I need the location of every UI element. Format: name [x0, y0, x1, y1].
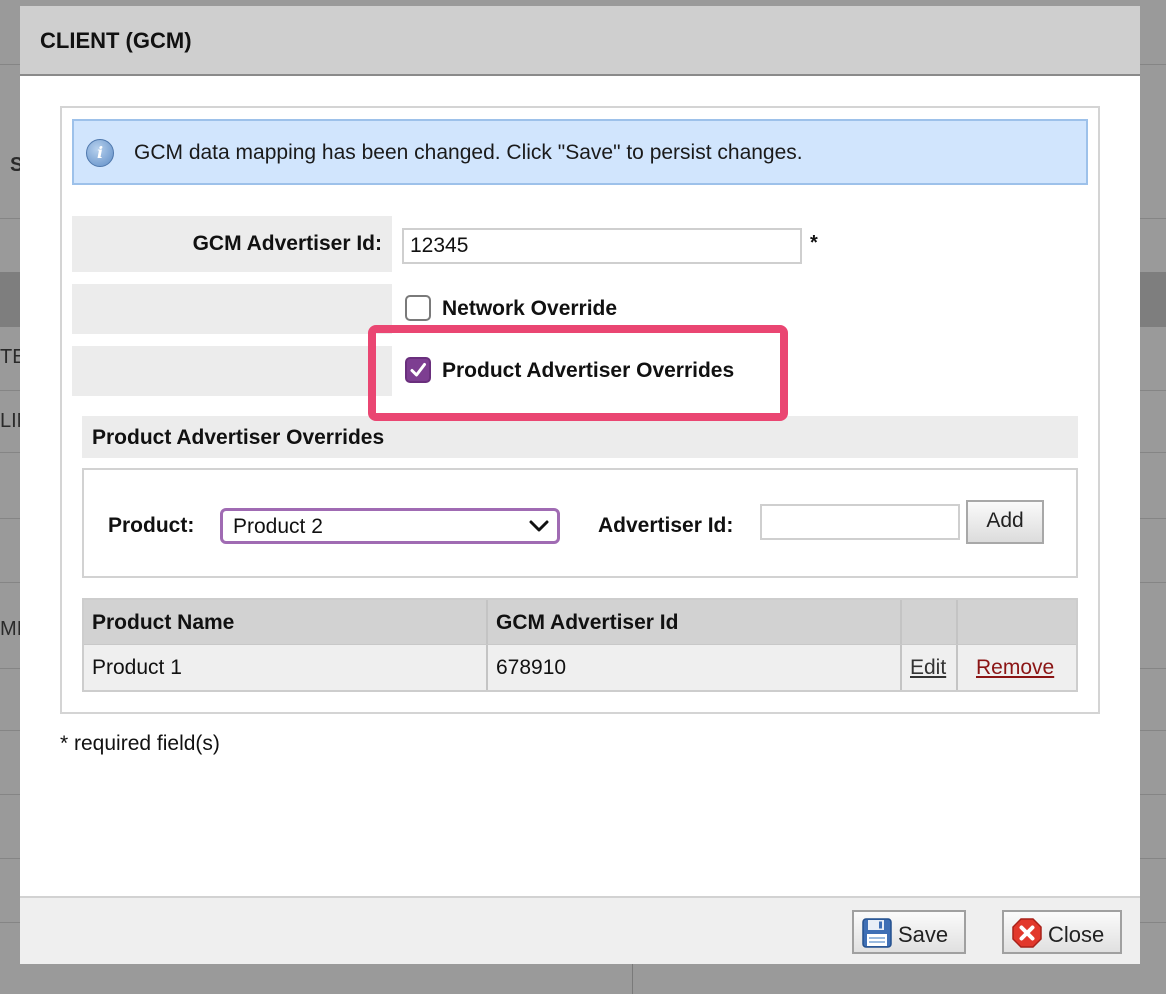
info-icon: i — [86, 139, 114, 167]
network-override-label-cell — [72, 284, 392, 334]
cell-product-name: Product 1 — [84, 645, 488, 690]
section-title: Product Advertiser Overrides — [92, 426, 385, 449]
table-header-row: Product Name GCM Advertiser Id — [84, 600, 1076, 644]
table-row: Product 1 678910 Edit Remove — [84, 644, 1076, 690]
column-header-label: Product Name — [92, 611, 235, 634]
bg-divider — [632, 964, 633, 994]
client-gcm-dialog: CLIENT (GCM) i GCM data mapping has been… — [20, 6, 1140, 964]
network-override-label: Network Override — [442, 297, 618, 320]
column-header-remove — [958, 600, 1076, 644]
highlight-annotation — [368, 325, 788, 421]
column-header-product-name: Product Name — [84, 600, 488, 644]
dialog-title: CLIENT (GCM) — [40, 28, 192, 53]
column-header-edit — [902, 600, 958, 644]
overrides-table: Product Name GCM Advertiser Id Product 1… — [82, 598, 1078, 692]
column-header-label: GCM Advertiser Id — [496, 611, 679, 634]
chevron-down-icon — [529, 520, 549, 532]
dialog-header: CLIENT (GCM) — [20, 6, 1140, 76]
required-marker: * — [810, 232, 818, 254]
edit-link[interactable]: Edit — [910, 656, 946, 680]
advertiser-id-label-cell: GCM Advertiser Id: — [72, 216, 392, 272]
cell-gcm-advertiser-id: 678910 — [488, 645, 902, 690]
advertiser-id-input[interactable] — [760, 504, 960, 540]
product-overrides-section-header: Product Advertiser Overrides — [82, 416, 1078, 458]
advertiser-id-field-label: Advertiser Id: — [598, 514, 734, 537]
notice-text: GCM data mapping has been changed. Click… — [134, 141, 803, 164]
close-button[interactable]: Close — [1002, 910, 1122, 954]
network-override-checkbox[interactable] — [405, 295, 431, 321]
floppy-disk-icon — [862, 918, 892, 948]
cell-remove: Remove — [958, 645, 1076, 690]
save-button-label: Save — [898, 922, 949, 947]
required-fields-note: * required field(s) — [60, 732, 220, 755]
product-overrides-label-cell — [72, 346, 392, 396]
product-label: Product: — [108, 514, 195, 537]
remove-link[interactable]: Remove — [976, 656, 1054, 680]
product-select[interactable]: Product 2 — [220, 508, 560, 544]
gcm-advertiser-id-value: 678910 — [496, 656, 567, 679]
product-select-value: Product 2 — [233, 515, 323, 538]
column-header-gcm-advertiser-id: GCM Advertiser Id — [488, 600, 902, 644]
gcm-advertiser-id-input[interactable] — [402, 228, 802, 264]
advertiser-id-label: GCM Advertiser Id: — [192, 232, 382, 255]
close-icon — [1012, 918, 1042, 948]
dialog-footer: Save Close — [20, 896, 1140, 964]
info-notice: i GCM data mapping has been changed. Cli… — [72, 119, 1088, 185]
cell-edit: Edit — [902, 645, 958, 690]
add-override-form: Product: Product 2 Advertiser Id: Add — [82, 468, 1078, 578]
save-button[interactable]: Save — [852, 910, 966, 954]
product-name-value: Product 1 — [92, 656, 182, 679]
close-button-label: Close — [1048, 922, 1105, 947]
add-button[interactable]: Add — [966, 500, 1044, 544]
